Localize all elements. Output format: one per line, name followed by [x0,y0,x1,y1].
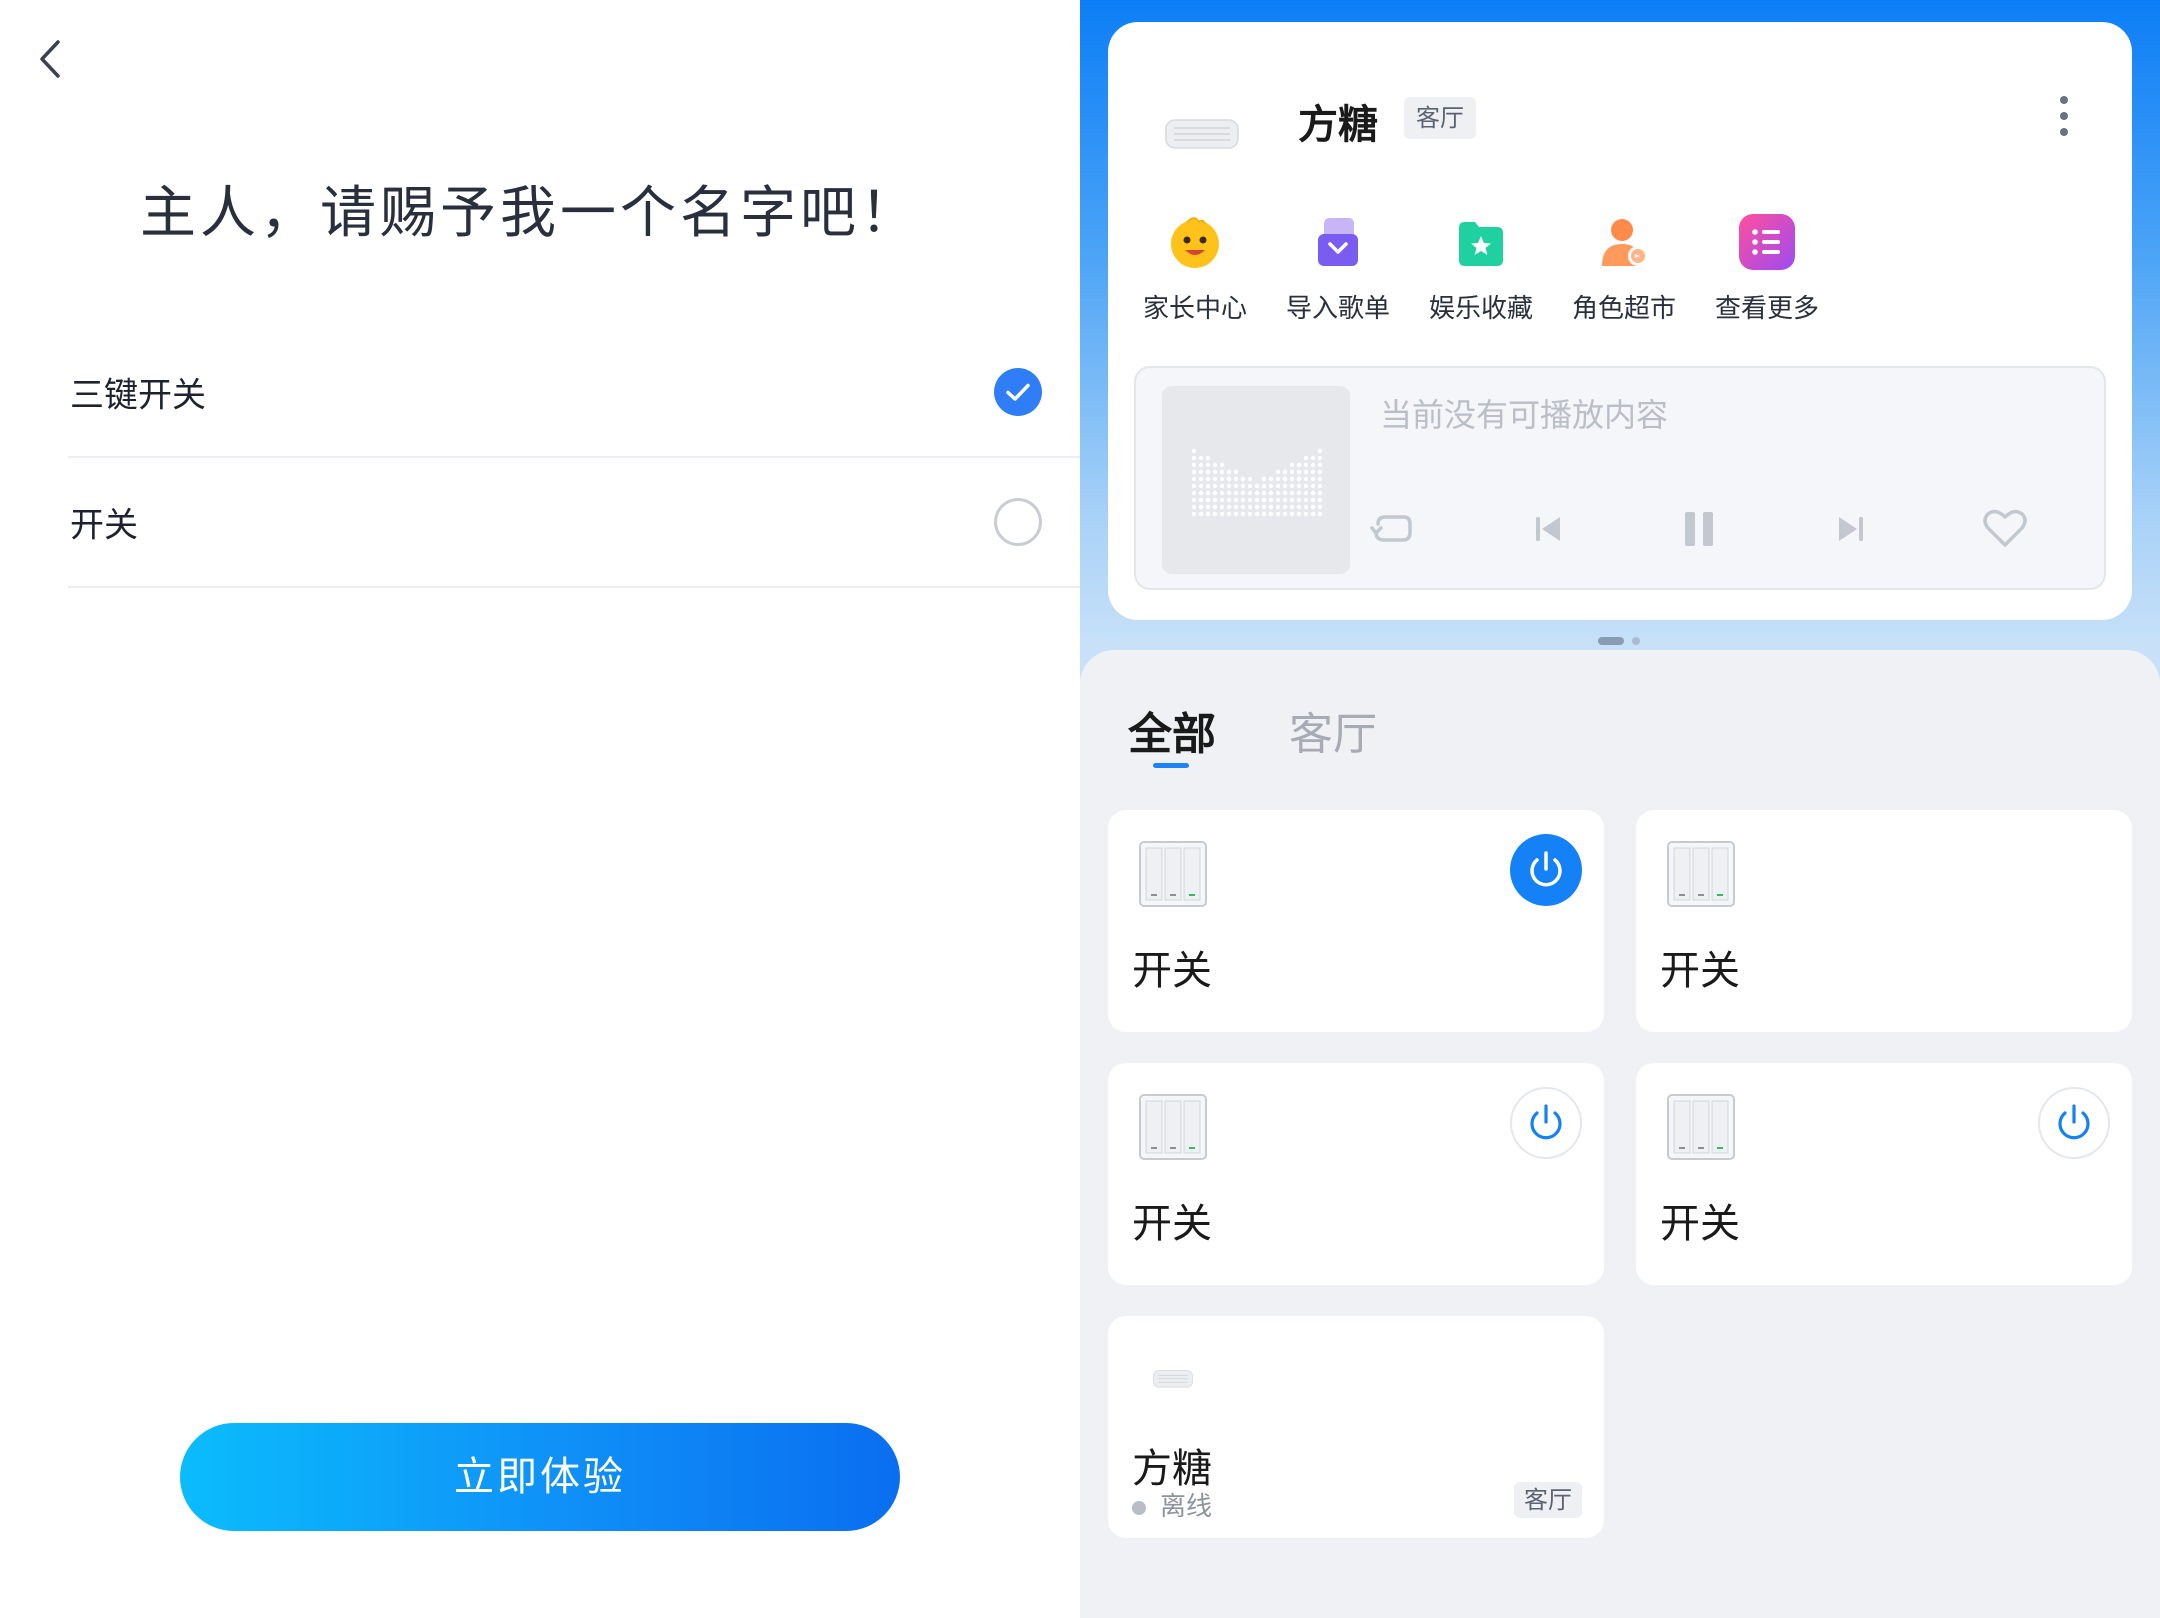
wall-switch-icon [1139,1094,1207,1160]
pause-icon[interactable] [1672,502,1726,556]
offline-dot-icon [1132,1500,1146,1515]
device-card-switch-2[interactable]: 开关 [1636,810,2132,1032]
room-badge: 客厅 [1514,1482,1582,1518]
quick-action-see-more[interactable]: 查看更多 [1682,212,1852,332]
more-options-button[interactable] [2056,94,2072,138]
power-icon [2058,1104,2090,1140]
quick-action-label: 查看更多 [1714,294,1819,324]
music-player: 当前没有可播放内容 [1134,366,2106,590]
name-option-three-key-switch[interactable]: 三键开关 [68,328,1080,458]
list-more-icon [1739,214,1795,270]
device-card-speaker[interactable]: 方糖 离线 客厅 [1108,1316,1604,1538]
power-icon [1530,1104,1562,1140]
device-card-switch-4[interactable]: 开关 [1636,1063,2132,1285]
tab-living-room[interactable]: 客厅 [1289,698,1377,762]
wall-switch-icon [1667,841,1735,907]
home-dashboard: 方糖 客厅 家长中心 导入歌单 娱乐收藏 角色超市 查看更多 当前没有可播放内容… [1080,0,2160,1618]
option-label: 三键开关 [70,375,206,416]
wall-switch-icon [1139,841,1207,907]
page-title: 主人，请赐予我一个名字吧！ [140,181,920,246]
power-button[interactable] [2038,1087,2110,1159]
character-market-icon [1602,219,1648,266]
device-name: 开关 [1660,1201,1740,1247]
wall-switch-icon [1667,1094,1735,1160]
active-tab-indicator [1153,763,1189,768]
room-badge: 客厅 [1404,97,1476,139]
import-playlist-icon [1318,218,1358,266]
page-indicator [1598,637,1654,645]
player-empty-text: 当前没有可播放内容 [1380,396,1669,434]
device-name: 开关 [1132,948,1212,994]
naming-page: 主人，请赐予我一个名字吧！ 三键开关 开关 立即体验 [0,0,1080,1618]
name-option-switch[interactable]: 开关 [68,458,1080,588]
speaker-thumbnail-icon [1165,119,1239,149]
device-name: 开关 [1660,948,1740,994]
speaker-name: 方糖 [1298,102,1378,148]
kid-face-icon [1171,217,1219,268]
star-folder-icon [1459,222,1503,266]
speaker-card: 方糖 客厅 家长中心 导入歌单 娱乐收藏 角色超市 查看更多 当前没有可播放内容 [1108,22,2132,620]
power-button[interactable] [1510,1087,1582,1159]
device-card-switch-1[interactable]: 开关 [1108,810,1604,1032]
chevron-left-icon [40,40,60,78]
power-icon [1530,851,1562,887]
previous-track-icon[interactable] [1521,502,1575,556]
radio-unchecked-icon[interactable] [994,498,1042,546]
next-track-icon[interactable] [1824,502,1878,556]
repeat-icon[interactable] [1366,502,1420,556]
option-label: 开关 [70,505,138,546]
album-art-placeholder [1162,386,1350,574]
device-card-switch-3[interactable]: 开关 [1108,1063,1604,1285]
power-button[interactable] [1510,834,1582,906]
status-text: 离线 [1160,1492,1213,1522]
heart-icon[interactable] [1978,502,2032,556]
device-name: 开关 [1132,1201,1212,1247]
radio-checked-icon[interactable] [994,368,1042,416]
tab-all[interactable]: 全部 [1128,698,1216,762]
device-status: 离线 [1132,1486,1212,1523]
speaker-thumbnail-icon [1153,1370,1193,1388]
sound-wave-icon [1191,448,1323,517]
try-now-button[interactable]: 立即体验 [180,1423,900,1531]
back-button[interactable] [30,34,76,84]
more-vertical-icon [2060,96,2068,104]
